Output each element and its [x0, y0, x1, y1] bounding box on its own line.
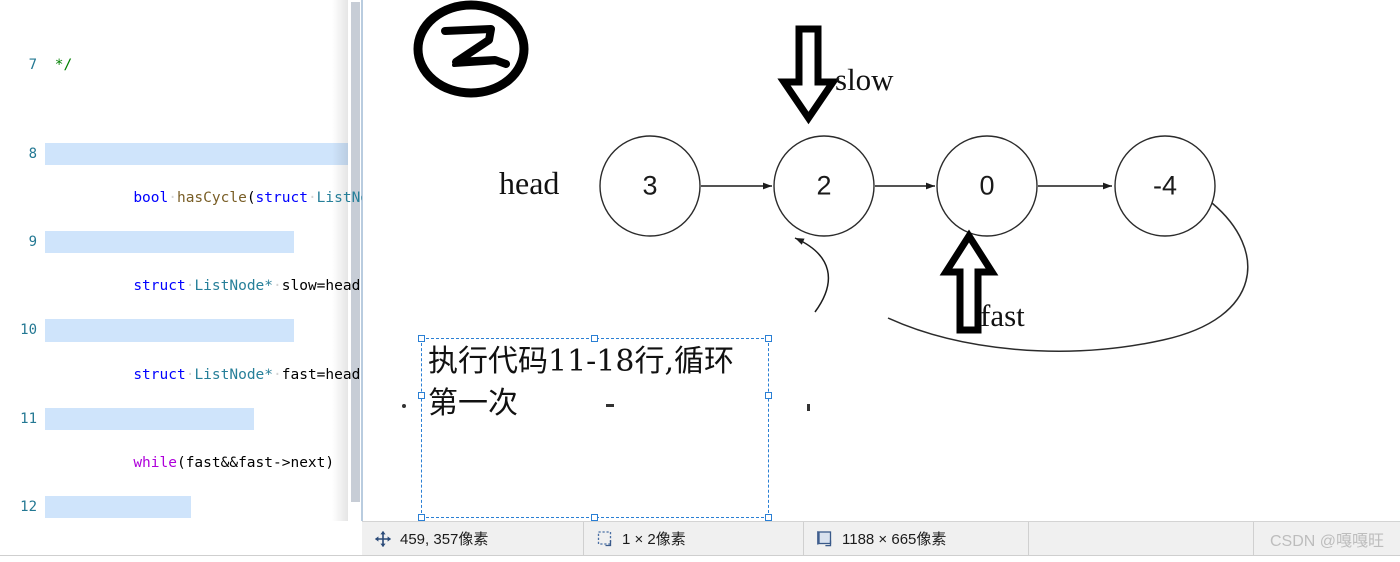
code-line-text[interactable]: while(fast&&fast->next)	[45, 407, 334, 471]
status-position-value: 459, 357像素	[400, 531, 489, 548]
code-line-text[interactable]: */	[46, 54, 72, 76]
node-value: -4	[1152, 170, 1178, 201]
code-token-punct: (	[246, 189, 256, 206]
status-bar: 459, 357像素 1 × 2像素 1188 × 665像素 CSDN @嘎嘎…	[362, 521, 1400, 556]
resize-handle-middle-left[interactable]	[418, 392, 425, 399]
selected-text-box[interactable]: 执行代码11-18行,循环第一次	[418, 335, 772, 521]
resize-handle-bottom-middle[interactable]	[591, 514, 598, 521]
code-line[interactable]: 11 while(fast&&fast->next)	[0, 407, 362, 471]
resize-handle-middle-right[interactable]	[765, 392, 772, 399]
slow-pointer-block-arrow	[777, 25, 840, 125]
code-line-text[interactable]: {slow=slow->next;	[45, 496, 282, 519]
status-spacer	[1029, 521, 1254, 556]
code-line[interactable]: 9 struct·ListNode*·slow=head;	[0, 231, 362, 294]
ink-artifact	[402, 404, 406, 408]
line-number: 7	[28, 57, 37, 74]
code-token-space: ·	[307, 189, 317, 206]
move-crosshair-icon	[375, 530, 391, 547]
code-line[interactable]: 10 struct·ListNode*·fast=head;	[0, 319, 362, 383]
slow-pointer-label: slow	[835, 62, 894, 97]
resize-handle-bottom-left[interactable]	[418, 514, 425, 521]
line-number: 10	[20, 322, 37, 339]
code-token-type: ListNode*	[194, 366, 274, 383]
resize-handle-bottom-right[interactable]	[765, 514, 772, 521]
code-line[interactable]: 7 */	[0, 54, 362, 76]
cycle-edge	[887, 202, 1249, 352]
selection-highlight	[45, 407, 254, 430]
fast-pointer-label: fast	[980, 298, 1025, 333]
line-number: 11	[20, 410, 37, 427]
node-value: 3	[642, 170, 658, 201]
code-token-keyword: struct	[133, 366, 186, 383]
code-line-text[interactable]: bool·hasCycle(struct·ListNode·*hea	[45, 142, 362, 206]
code-token-plain: fast=head;	[281, 366, 362, 383]
status-position-cell: 459, 357像素	[362, 521, 584, 556]
cycle-edge-head	[794, 237, 830, 313]
ink-artifact	[807, 404, 810, 411]
editor-scrollbar-thumb[interactable]	[351, 2, 360, 502]
code-token-plain: slow=head;	[281, 278, 362, 295]
status-image-size-value: 1188 × 665像素	[842, 531, 947, 548]
code-token-keyword: bool	[133, 189, 169, 206]
code-token-space: ·	[273, 366, 282, 383]
code-line-text[interactable]: struct·ListNode*·fast=head;	[45, 319, 362, 383]
head-label: head	[499, 165, 560, 201]
resize-handle-top-left[interactable]	[418, 335, 425, 342]
code-token-punct: (	[176, 454, 186, 471]
code-token-type: ListNode*	[194, 278, 274, 295]
code-editor-panel[interactable]: 7 */ 8 bool·hasCycle(struct·ListNode·*he…	[0, 0, 362, 521]
code-line[interactable]: 12 {slow=slow->next;	[0, 496, 362, 519]
status-image-size-cell: 1188 × 665像素	[804, 521, 1029, 556]
code-token-keyword: struct	[255, 189, 308, 206]
canvas-size-icon	[817, 530, 832, 546]
code-token-type: ListNode	[316, 189, 362, 206]
editor-bottom-fill	[0, 521, 362, 555]
code-token-space: ·	[273, 278, 282, 295]
line-number: 8	[28, 145, 37, 162]
code-token-function: hasCycle	[176, 189, 247, 206]
line-number: 9	[28, 234, 37, 251]
status-selection-value: 1 × 2像素	[622, 531, 686, 548]
line-number: 12	[20, 499, 37, 516]
screenshot-root: 7 */ 8 bool·hasCycle(struct·ListNode·*he…	[0, 0, 1400, 562]
selection-highlight	[45, 319, 294, 342]
resize-handle-top-middle[interactable]	[591, 335, 598, 342]
code-token-space: ·	[168, 189, 177, 206]
code-token-control: while	[133, 454, 177, 471]
resize-handle-top-right[interactable]	[765, 335, 772, 342]
selection-highlight	[45, 496, 191, 519]
code-token-punct: )	[325, 454, 335, 471]
selection-highlight	[45, 231, 294, 254]
selection-highlight	[45, 142, 361, 165]
code-line[interactable]: 8 bool·hasCycle(struct·ListNode·*hea	[0, 142, 362, 206]
code-token-plain: fast&&fast->next	[185, 454, 326, 471]
code-lines-container[interactable]: 7 */ 8 bool·hasCycle(struct·ListNode·*he…	[0, 0, 362, 521]
selection-rect-icon	[597, 530, 612, 546]
code-token-comment: */	[46, 57, 73, 74]
status-selection-cell: 1 × 2像素	[584, 521, 804, 556]
editor-scrollbar[interactable]	[348, 0, 362, 521]
code-line-text[interactable]: struct·ListNode*·slow=head;	[45, 231, 362, 294]
node-value: 2	[816, 170, 832, 201]
text-box-content[interactable]: 执行代码11-18行,循环第一次	[428, 341, 764, 425]
window-bottom-edge	[0, 555, 1400, 562]
code-token-keyword: struct	[133, 278, 186, 295]
image-canvas[interactable]: 3 2 0 -4 head slow fast 执行代码11-18行,循环第一次	[363, 0, 1400, 521]
watermark: CSDN @嘎嘎旺	[1269, 532, 1384, 550]
node-value: 0	[979, 170, 995, 201]
